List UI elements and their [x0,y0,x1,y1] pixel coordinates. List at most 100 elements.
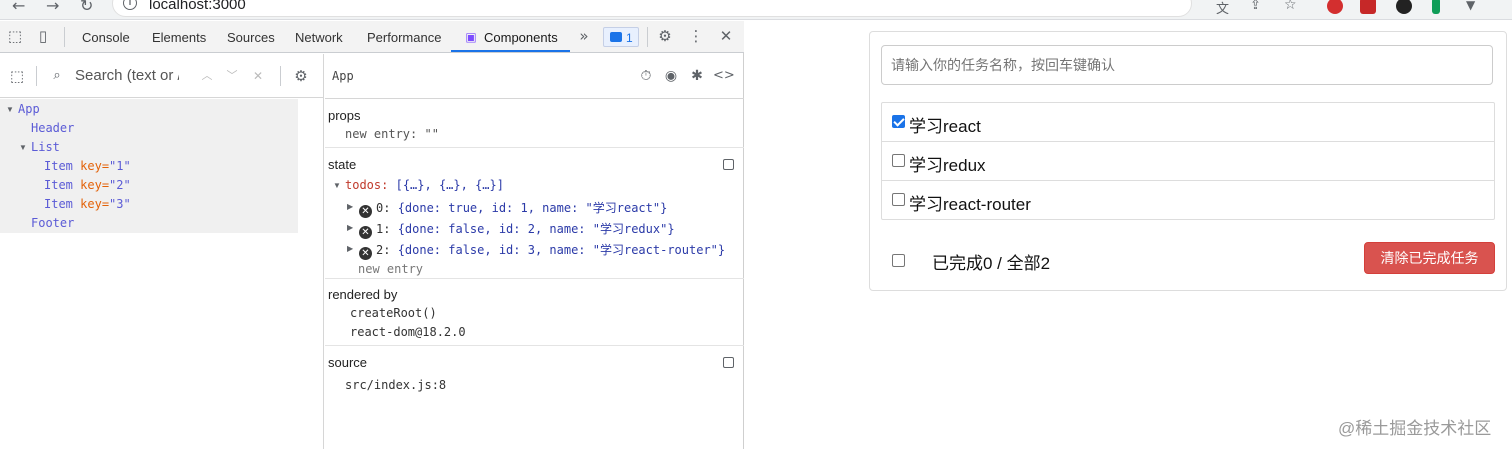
error-icon: ✕ [359,226,372,239]
task-input[interactable]: 请输入你的任务名称，按回车键确认 [881,45,1493,85]
timer-icon[interactable]: ⏱ [637,67,655,85]
extension-box-icon[interactable] [1360,0,1376,14]
props-new-entry[interactable]: new entry: "" [345,127,439,141]
rendered-by-title: rendered by [328,287,398,302]
error-icon: ✕ [359,205,372,218]
todo-checkbox[interactable] [892,154,905,167]
react-components-icon: ▣ [465,30,477,44]
tree-node-footer[interactable]: Footer [31,216,74,230]
expand-triangle-icon[interactable]: ▶ [347,244,353,253]
tab-sources[interactable]: Sources [227,30,275,45]
rendered-by-line: react-dom@18.2.0 [350,325,466,339]
state-todo-row-2[interactable]: ✕ 2: {done: false, id: 3, name: "学习react-… [359,241,725,260]
tree-node-list[interactable]: List [31,140,60,154]
inspect-dom-eye-icon[interactable]: ◉ [662,67,680,85]
log-bug-icon[interactable]: ✱ [688,67,706,85]
list-item[interactable]: 学习react-router [882,181,1494,220]
tree-node-header[interactable]: Header [31,121,74,135]
previous-result-icon[interactable]: ︿ [198,67,216,85]
bookmark-star-icon[interactable]: ☆ [1284,0,1297,13]
expand-triangle-icon[interactable]: ▼ [6,105,14,114]
next-result-icon[interactable]: ﹀ [223,67,241,85]
select-all-checkbox[interactable] [892,254,905,267]
inspect-element-icon[interactable]: ⬚ [6,27,24,45]
translate-icon[interactable]: 文 [1216,0,1229,17]
tree-settings-gear-icon[interactable]: ⚙ [292,67,310,85]
browser-toolbar: ← → ↻ i localhost:3000 文 ⇪ ☆ ▼ [0,0,1512,20]
copy-icon[interactable] [723,159,734,170]
copy-icon[interactable] [723,357,734,368]
source-title: source [328,355,368,370]
watermark: @稀土掘金技术社区 [1338,419,1492,438]
view-source-icon[interactable]: <> [713,67,735,85]
back-icon[interactable]: ← [12,0,25,15]
component-tree: ▼ App Header ▼ List Item key="1" Item ke… [0,99,298,233]
message-icon [610,32,622,42]
search-icon: ⌕ [53,68,61,83]
state-new-entry[interactable]: new entry [358,262,423,276]
extension-arrow-icon[interactable]: ▼ [1466,0,1475,12]
rendered-by-section: rendered by createRoot() react-dom@18.2.… [325,279,744,346]
site-info-icon[interactable]: i [123,0,137,10]
state-todos[interactable]: todos: [{…}, {…}, {…}] [345,178,504,192]
todo-app: 请输入你的任务名称，按回车键确认 学习react 学习redux 学习react… [869,31,1507,291]
todo-label: 学习react-router [909,195,1031,214]
clear-completed-button[interactable]: 清除已完成任务 [1364,242,1495,274]
todo-checkbox[interactable] [892,115,905,128]
completion-summary: 已完成0 / 全部2 [932,254,1051,273]
state-todo-row-1[interactable]: ✕ 1: {done: false, id: 2, name: "学习redux"… [359,220,675,239]
todo-label: 学习react [909,117,981,136]
state-todo-row-0[interactable]: ✕ 0: {done: true, id: 1, name: "学习react"} [359,199,667,218]
search-input[interactable]: Search (text or /regex/) [75,67,179,84]
url-text: localhost:3000 [149,0,246,13]
tree-toolbar: ⬚ ⌕ Search (text or /regex/) ︿ ﹀ ✕ ⚙ [0,54,324,98]
tab-components[interactable]: Components [484,30,558,45]
issues-badge[interactable]: 1 [603,27,639,47]
source-file[interactable]: src/index.js:8 [345,378,446,392]
device-toolbar-icon[interactable]: ▯ [34,27,52,45]
todo-label: 学习redux [909,156,986,175]
more-options-icon[interactable]: ⋮ [687,27,705,45]
tree-node-item-1[interactable]: Item key="1" [44,159,131,173]
tab-performance[interactable]: Performance [367,30,441,45]
divider [36,66,37,86]
state-title: state [328,157,357,172]
tree-node-app[interactable]: App [18,102,40,116]
address-bar[interactable]: i localhost:3000 [112,0,1192,17]
extension-green-icon[interactable] [1432,0,1440,14]
expand-triangle-icon[interactable]: ▶ [347,202,353,211]
tab-console[interactable]: Console [82,30,130,45]
selected-component-name: App [332,69,354,83]
todo-checkbox[interactable] [892,193,905,206]
tree-node-item-3[interactable]: Item key="3" [44,197,131,211]
active-tab-indicator [451,50,570,52]
divider [280,66,281,86]
reload-icon[interactable]: ↻ [80,0,93,15]
share-icon[interactable]: ⇪ [1250,0,1261,13]
select-element-icon[interactable]: ⬚ [8,67,26,85]
close-devtools-icon[interactable]: ✕ [717,27,735,45]
devtools-panel: ⬚ ▯ Console Elements Sources Network Per… [0,21,744,449]
list-item[interactable]: 学习redux [882,142,1494,181]
tab-elements[interactable]: Elements [152,30,206,45]
extension-dark-icon[interactable] [1396,0,1412,14]
source-section: source src/index.js:8 [325,346,744,406]
settings-gear-icon[interactable]: ⚙ [656,27,674,45]
issues-count: 1 [626,31,633,45]
todo-list: 学习react 学习redux 学习react-router [881,102,1495,220]
expand-triangle-icon[interactable]: ▶ [347,223,353,232]
divider [647,27,648,47]
state-section: state ▼ todos: [{…}, {…}, {…}] ▶ ✕ 0: {do… [325,148,744,279]
more-tabs-icon[interactable]: » [575,27,593,45]
extension-red-icon[interactable] [1327,0,1343,14]
expand-triangle-icon[interactable]: ▼ [333,181,341,190]
clear-search-icon[interactable]: ✕ [249,67,267,85]
list-item[interactable]: 学习react [882,103,1494,142]
props-title: props [328,108,361,123]
forward-icon[interactable]: → [46,0,59,15]
tree-node-item-2[interactable]: Item key="2" [44,178,131,192]
tab-network[interactable]: Network [295,30,343,45]
expand-triangle-icon[interactable]: ▼ [19,143,27,152]
props-section: props new entry: "" [325,100,744,148]
error-icon: ✕ [359,247,372,260]
